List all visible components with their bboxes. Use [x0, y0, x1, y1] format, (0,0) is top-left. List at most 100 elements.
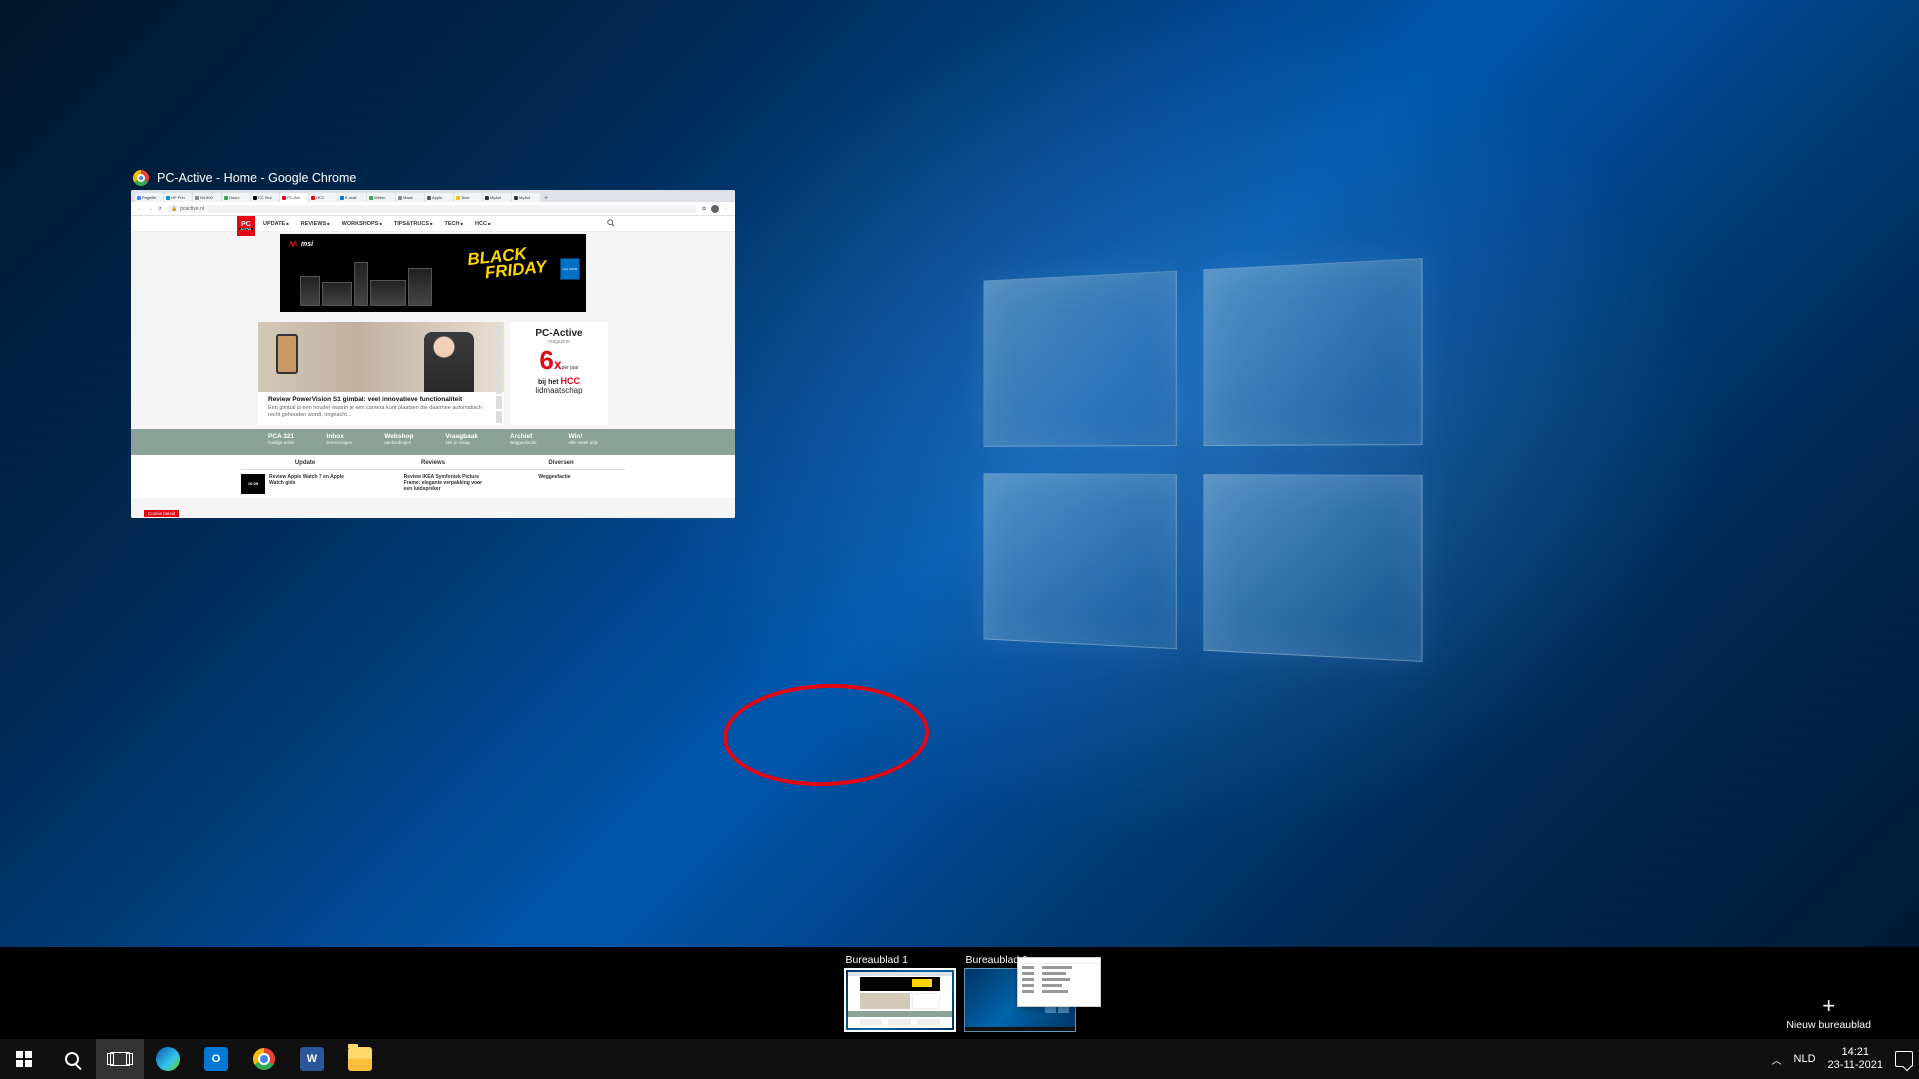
vd-thumbnail	[964, 968, 1076, 1032]
tab-favicon	[224, 196, 228, 200]
site-nav-item: REVIEWS	[301, 221, 330, 227]
forward-icon: →	[147, 206, 153, 212]
site-nav-item: WORKSHOPS	[342, 221, 382, 227]
edge-icon	[156, 1047, 180, 1071]
browser-tab: CC Sec	[251, 193, 279, 202]
date: 23-11-2021	[1828, 1059, 1883, 1072]
start-button[interactable]	[0, 1039, 48, 1079]
window-preview-body: Pagefile HP Prin WL500 How-t CC Sec PC-Act HCC…	[131, 190, 735, 518]
chrome-icon	[133, 170, 149, 186]
chrome-button[interactable]	[240, 1039, 288, 1079]
browser-tab: PC-Act	[280, 193, 308, 202]
explorer-button[interactable]	[336, 1039, 384, 1079]
menu-icon: ⋮	[723, 206, 729, 212]
green-nav-bar: PCA 321huidige editieInboxlezersvragenWe…	[131, 429, 735, 455]
tab-label: PC-Act	[287, 195, 300, 200]
edge-button[interactable]	[144, 1039, 192, 1079]
site-nav-item: UPDATE	[263, 221, 289, 227]
vd-thumbnail	[844, 968, 956, 1032]
tab-favicon	[456, 196, 460, 200]
new-desktop-button[interactable]: + Nieuw bureaublad	[1786, 995, 1871, 1031]
profile-icon	[711, 205, 719, 213]
url-host: pcactive.nl	[180, 206, 204, 212]
language-indicator[interactable]: NLD	[1794, 1053, 1816, 1065]
browser-tab: MyAct	[483, 193, 511, 202]
msi-banner: msi BLACK FRIDAY intel CORE	[280, 234, 586, 312]
new-desktop-label: Nieuw bureaublad	[1786, 1019, 1871, 1031]
column-header: Reviews	[369, 457, 497, 470]
subscription-ad: PC-Active magazine 6xper jaar bij het HC…	[510, 322, 608, 425]
file-explorer-icon	[348, 1047, 372, 1071]
article-title: Weggeefactie	[538, 474, 570, 494]
task-view-icon	[110, 1052, 130, 1066]
search-icon	[65, 1052, 79, 1066]
banner-products	[300, 254, 450, 306]
browser-address-bar: ← → ⟳ 🔒 pcactive.nl ✿ ⋮	[131, 202, 735, 216]
tab-label: E-mail	[345, 195, 356, 200]
tab-favicon	[166, 196, 170, 200]
lock-icon: 🔒	[171, 206, 177, 212]
intel-badge: intel CORE	[560, 258, 580, 280]
pc-active-logo: PC ACTIVE	[237, 216, 255, 236]
tab-label: Webm	[374, 195, 385, 200]
greenbar-item: Vraagbaakstel je vraag	[445, 433, 478, 451]
tab-label: How-t	[229, 195, 239, 200]
tab-label: Maak	[403, 195, 413, 200]
virtual-desktop-2[interactable]: Bureaublad 2	[964, 954, 1076, 1032]
search-button[interactable]	[48, 1039, 96, 1079]
site-content: PC ACTIVE UPDATEREVIEWSWORKSHOPSTIPS&TRU…	[131, 216, 735, 518]
tab-favicon	[369, 196, 373, 200]
tab-label: HP Prin	[171, 195, 185, 200]
greenbar-item: Webshopaanbiedingen	[384, 433, 413, 451]
extensions-icon: ✿	[701, 206, 707, 212]
list-item: Weggeefactie	[510, 474, 625, 494]
site-nav-item: HCC	[475, 221, 490, 227]
tab-label: Pagefile	[142, 195, 156, 200]
tab-favicon	[398, 196, 402, 200]
clock[interactable]: 14:21 23-11-2021	[1828, 1046, 1883, 1071]
action-center-icon[interactable]	[1895, 1051, 1913, 1067]
tab-label: WL500	[200, 195, 213, 200]
greenbar-item: Win!elke week prijs	[568, 433, 598, 451]
tab-label: CC Sec	[258, 195, 272, 200]
tab-label: Apple	[432, 195, 442, 200]
search-icon	[607, 219, 615, 229]
tab-favicon	[514, 196, 518, 200]
list-item: 10:09Review Apple Watch 7 en Apple Watch…	[241, 474, 356, 494]
article-title: Review IKEA Symfonisk Picture Frame: ele…	[404, 474, 491, 494]
browser-tab: How-t	[222, 193, 250, 202]
tab-label: Tech	[461, 195, 469, 200]
black-friday-text: BLACK FRIDAY	[467, 244, 548, 283]
back-icon: ←	[137, 206, 143, 212]
tab-favicon	[195, 196, 199, 200]
virtual-desktops-bar: Bureaublad 1 Bureaublad 2	[0, 947, 1919, 1039]
task-view-button[interactable]	[96, 1039, 144, 1079]
tab-label: HCC	[316, 195, 325, 200]
outlook-button[interactable]: O	[192, 1039, 240, 1079]
cookie-button: Cookie beleid	[144, 510, 179, 517]
virtual-desktop-1[interactable]: Bureaublad 1	[844, 954, 956, 1032]
greenbar-item: PCA 321huidige editie	[268, 433, 295, 451]
tab-favicon	[282, 196, 286, 200]
outlook-icon: O	[204, 1047, 228, 1071]
window-preview-header: PC-Active - Home - Google Chrome	[131, 170, 735, 190]
tray-overflow-button[interactable]: ︿	[1772, 1052, 1782, 1067]
system-tray: ︿ NLD 14:21 23-11-2021	[1772, 1046, 1919, 1071]
plus-icon: +	[1786, 995, 1871, 1017]
site-nav-item: TECH	[445, 221, 464, 227]
windows-icon	[16, 1051, 32, 1067]
task-view-overlay[interactable]	[0, 0, 1919, 1079]
chrome-icon	[253, 1048, 275, 1070]
browser-tab: Maak	[396, 193, 424, 202]
explorer-window-preview	[1017, 957, 1101, 1007]
word-button[interactable]: W	[288, 1039, 336, 1079]
hero-subtitle: Een gimbal is een houder waarin je een c…	[268, 405, 494, 419]
browser-tab: MyAct	[512, 193, 540, 202]
hero-pager	[496, 324, 502, 423]
window-preview-chrome[interactable]: PC-Active - Home - Google Chrome Pagefil…	[131, 170, 735, 518]
browser-tab: Tech	[454, 193, 482, 202]
list-item: Review IKEA Symfonisk Picture Frame: ele…	[376, 474, 491, 494]
tab-favicon	[485, 196, 489, 200]
tab-favicon	[311, 196, 315, 200]
column-header: Update	[241, 457, 369, 470]
